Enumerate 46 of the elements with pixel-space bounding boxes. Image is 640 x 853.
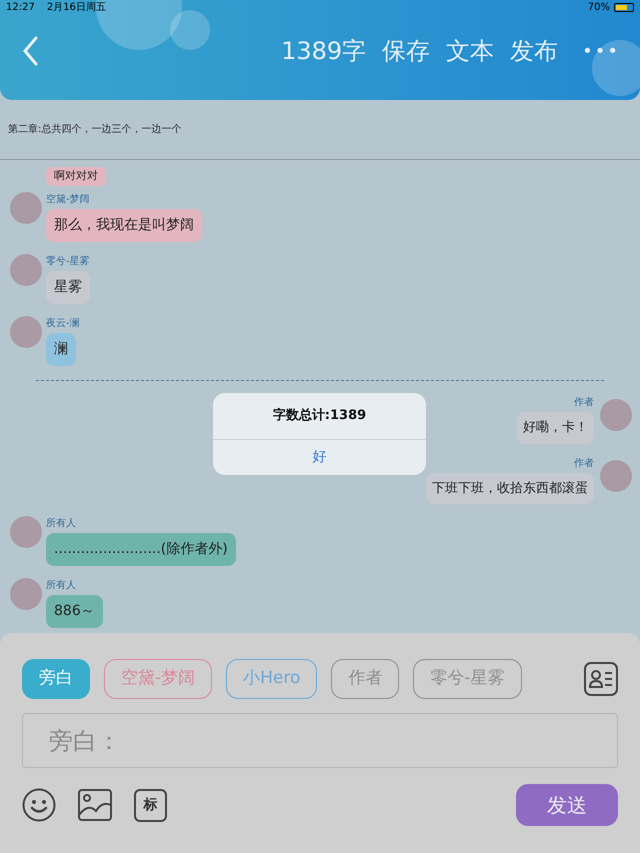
sender-name: 所有人 xyxy=(46,516,76,531)
word-count: 1389字 xyxy=(281,36,366,67)
status-date: 2月16日周五 xyxy=(46,0,106,14)
status-time: 12:27 xyxy=(6,0,35,14)
mark-button[interactable]: 标 xyxy=(134,788,167,822)
header-action[interactable]: 文本 xyxy=(446,33,494,69)
message-bubble: 澜 xyxy=(46,333,76,366)
message-bubble: 886～ xyxy=(46,595,103,628)
role-chip[interactable]: 零兮-星雾 xyxy=(413,659,522,699)
send-button[interactable]: 发送 xyxy=(516,784,618,826)
avatar xyxy=(10,192,42,224)
role-chip[interactable]: 小Hero xyxy=(226,659,318,699)
header-action[interactable]: 保存 xyxy=(382,33,430,69)
message-bubble: 那么，我现在是叫梦阔 xyxy=(46,209,202,242)
image-icon[interactable] xyxy=(78,789,112,821)
sender-name: 夜云-澜 xyxy=(46,316,80,331)
message-bubble: 星雾 xyxy=(46,271,90,304)
alert-ok-button[interactable]: 好 xyxy=(213,440,426,475)
sender-name: 所有人 xyxy=(46,578,76,593)
sender-name: 空黛-梦阔 xyxy=(46,192,90,207)
chapter-title: 第二章:总共四个，一边三个，一边一个 xyxy=(8,122,182,137)
header-action[interactable]: 发布 xyxy=(510,33,558,69)
role-chip[interactable]: 空黛-梦阔 xyxy=(104,659,212,699)
sender-name: 作者 xyxy=(574,456,594,470)
message-bubble: 啊对对对 xyxy=(46,167,106,186)
avatar xyxy=(10,316,42,348)
message-input[interactable]: 旁白： xyxy=(22,713,618,768)
sender-name: 作者 xyxy=(574,396,594,410)
message-bubble: 好嘞，卡！ xyxy=(517,412,594,444)
message-bubble: ........................(除作者外) xyxy=(46,533,236,566)
role-chip[interactable]: 作者 xyxy=(331,659,400,699)
avatar xyxy=(10,578,42,610)
emoji-icon[interactable] xyxy=(22,788,56,822)
avatar xyxy=(600,399,632,431)
role-chip[interactable]: 旁白 xyxy=(22,659,90,699)
avatar xyxy=(10,254,42,286)
more-button[interactable]: ••• xyxy=(582,38,620,64)
avatar xyxy=(600,460,632,492)
avatar xyxy=(10,516,42,548)
battery-icon xyxy=(614,2,634,12)
alert-title: 字数总计:1389 xyxy=(213,393,426,440)
back-icon[interactable] xyxy=(22,36,38,66)
message-bubble: 下班下班，收拾东西都滚蛋 xyxy=(426,472,594,504)
contact-card-icon[interactable] xyxy=(584,662,618,696)
sender-name: 零兮-星雾 xyxy=(46,255,90,269)
battery-percent: 70% xyxy=(588,0,610,14)
